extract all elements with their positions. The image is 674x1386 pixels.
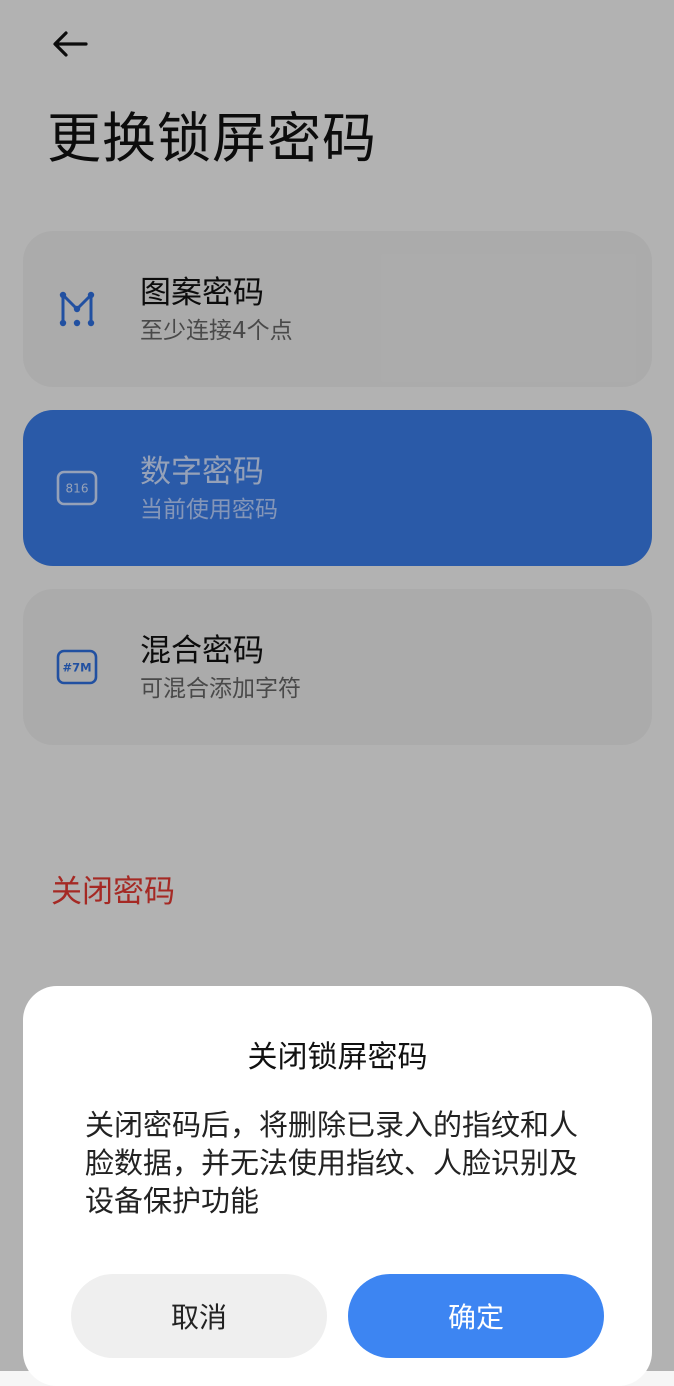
- confirm-button[interactable]: 确定: [348, 1274, 604, 1358]
- cancel-button[interactable]: 取消: [71, 1274, 327, 1358]
- dialog-message: 关闭密码后，将删除已录入的指纹和人脸数据，并无法使用指纹、人脸识别及设备保护功能: [85, 1108, 579, 1218]
- dialog-title: 关闭锁屏密码: [247, 1040, 428, 1075]
- disable-password-dialog: 关闭锁屏密码 关闭密码后，将删除已录入的指纹和人脸数据，并无法使用指纹、人脸识别…: [23, 986, 652, 1386]
